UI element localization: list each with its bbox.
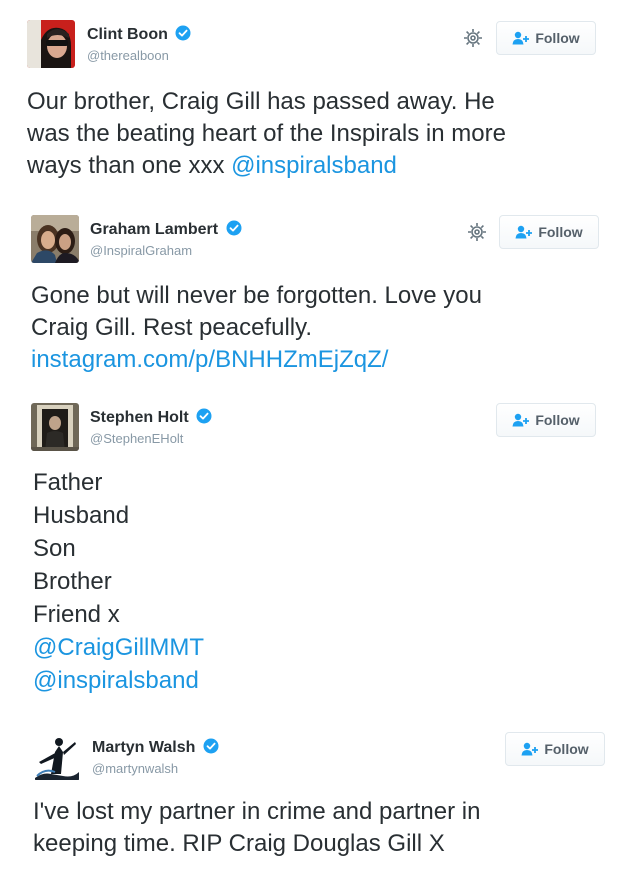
tweet-card: Martyn Walsh @martynwalsh Follow I've lo…: [0, 710, 624, 878]
text-segment: Friend x: [33, 601, 120, 628]
display-name[interactable]: Clint Boon: [87, 25, 191, 46]
text-segment: Husband: [33, 502, 130, 529]
text-segment: ways than one xxx: [27, 152, 232, 179]
url-link[interactable]: instagram.com/p/BNHHZmEjZqZ/: [31, 346, 388, 373]
follow-button[interactable]: Follow: [505, 732, 605, 766]
avatar[interactable]: [31, 215, 79, 263]
tweet-card: Clint Boon @therealboon Follow Our broth…: [0, 0, 624, 200]
text-segment: Gone but will never be forgotten. Love y…: [31, 282, 482, 309]
tweet-text-line: instagram.com/p/BNHHZmEjZqZ/: [31, 344, 482, 376]
tweet-text-line: Gone but will never be forgotten. Love y…: [31, 280, 482, 312]
text-segment: Father: [33, 469, 103, 496]
avatar[interactable]: [31, 403, 79, 451]
display-name-text: Graham Lambert: [90, 221, 219, 238]
tweet-text-line: Father: [33, 466, 204, 499]
display-name-text: Martyn Walsh: [92, 739, 196, 756]
user-handle[interactable]: @InspiralGraham: [90, 243, 192, 258]
add-user-icon: [515, 225, 533, 239]
tweet-text: Our brother, Craig Gill has passed away.…: [27, 86, 506, 182]
text-segment: was the beating heart of the Inspirals i…: [27, 120, 506, 147]
tweet-text-line: ways than one xxx @inspiralsband: [27, 150, 506, 182]
text-segment: Brother: [33, 568, 112, 595]
tweet-text-line: I've lost my partner in crime and partne…: [33, 796, 480, 828]
tweet-card: Stephen Holt @StephenEHolt Follow Father…: [0, 390, 624, 710]
add-user-icon: [512, 413, 530, 427]
follow-button-label: Follow: [538, 224, 583, 240]
user-handle[interactable]: @therealboon: [87, 48, 169, 63]
user-handle[interactable]: @martynwalsh: [92, 761, 178, 776]
text-segment: keeping time. RIP Craig Douglas Gill X: [33, 830, 445, 857]
follow-button[interactable]: Follow: [496, 21, 596, 55]
tweet-text-line: was the beating heart of the Inspirals i…: [27, 118, 506, 150]
verified-badge-icon: [226, 220, 242, 241]
tweet-text: Gone but will never be forgotten. Love y…: [31, 280, 482, 376]
follow-button-label: Follow: [535, 412, 580, 428]
gear-icon[interactable]: [466, 221, 488, 243]
tweet-text-line: keeping time. RIP Craig Douglas Gill X: [33, 828, 480, 860]
add-user-icon: [512, 31, 530, 45]
tweet-text: Father Husband Son Brother Friend x @Cra…: [33, 466, 204, 697]
mention-link[interactable]: @inspiralsband: [33, 667, 199, 694]
display-name[interactable]: Martyn Walsh: [92, 738, 219, 759]
display-name-text: Stephen Holt: [90, 409, 189, 426]
mention-link[interactable]: @CraigGillMMT: [33, 634, 204, 661]
tweet-text-line: Our brother, Craig Gill has passed away.…: [27, 86, 506, 118]
tweet-text: I've lost my partner in crime and partne…: [33, 796, 480, 860]
text-segment: I've lost my partner in crime and partne…: [33, 798, 481, 825]
tweet-text-line: Husband: [33, 499, 204, 532]
display-name[interactable]: Graham Lambert: [90, 220, 242, 241]
display-name[interactable]: Stephen Holt: [90, 408, 212, 429]
text-segment: Craig Gill. Rest peacefully.: [31, 314, 312, 341]
text-segment: Son: [33, 535, 76, 562]
tweet-text-line: Friend x: [33, 598, 204, 631]
follow-button-label: Follow: [535, 30, 580, 46]
avatar[interactable]: [33, 732, 81, 780]
display-name-text: Clint Boon: [87, 26, 168, 43]
follow-button[interactable]: Follow: [496, 403, 596, 437]
avatar[interactable]: [27, 20, 75, 68]
verified-badge-icon: [175, 25, 191, 46]
tweet-text-line: @CraigGillMMT: [33, 631, 204, 664]
tweet-text-line: @inspiralsband: [33, 664, 204, 697]
follow-button-label: Follow: [544, 741, 589, 757]
tweet-text-line: Brother: [33, 565, 204, 598]
add-user-icon: [521, 742, 539, 756]
mention-link[interactable]: @inspiralsband: [231, 152, 397, 179]
follow-button[interactable]: Follow: [499, 215, 599, 249]
tweet-card: Graham Lambert @InspiralGraham Follow Go…: [0, 200, 624, 390]
verified-badge-icon: [203, 738, 219, 759]
tweet-text-line: Son: [33, 532, 204, 565]
user-handle[interactable]: @StephenEHolt: [90, 431, 183, 446]
gear-icon[interactable]: [462, 27, 484, 49]
verified-badge-icon: [196, 408, 212, 429]
tweet-text-line: Craig Gill. Rest peacefully.: [31, 312, 482, 344]
text-segment: Our brother, Craig Gill has passed away.…: [27, 88, 495, 115]
